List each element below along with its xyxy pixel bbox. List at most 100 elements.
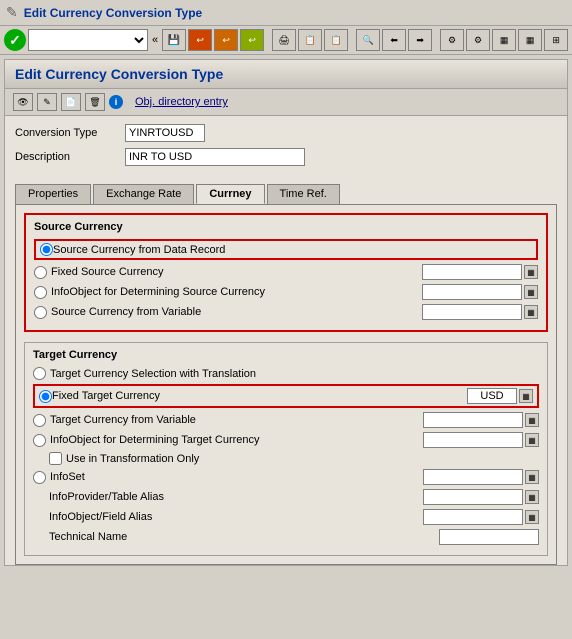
obj-directory-entry-link[interactable]: Obj. directory entry [131, 96, 232, 108]
info-icon: i [109, 95, 123, 109]
description-label: Description [15, 151, 125, 163]
title-bar: ✎ Edit Currency Conversion Type [0, 0, 572, 26]
print-button3[interactable]: 📋 [324, 29, 348, 51]
technical-name-label: Technical Name [33, 531, 435, 543]
source-currency-radio4[interactable] [34, 306, 47, 319]
find-button3[interactable]: ➡ [408, 29, 432, 51]
infoobject-field-label: InfoObject/Field Alias [33, 511, 419, 523]
main-content: Edit Currency Conversion Type 👁 ✎ 📄 🗑 i … [4, 59, 568, 566]
infoprovider-field[interactable] [423, 489, 523, 505]
source-currency-option2-row: Fixed Source Currency ▦ [34, 264, 538, 280]
target-currency-label3: Target Currency from Variable [50, 414, 419, 426]
settings-button5[interactable]: ⊞ [544, 29, 568, 51]
action-btn-3[interactable]: 📄 [61, 93, 81, 111]
tab-exchange-rate[interactable]: Exchange Rate [93, 184, 194, 204]
title-bar-text: Edit Currency Conversion Type [24, 6, 202, 20]
main-toolbar: ✓ « 💾 ↩ ↩ ↩ 🖨 📋 📋 🔍 ⬅ ➡ ⚙ ⚙ ▦ ▦ ⊞ [0, 26, 572, 55]
print-button1[interactable]: 🖨 [272, 29, 296, 51]
settings-button1[interactable]: ⚙ [440, 29, 464, 51]
source-currency-variable-btn[interactable]: ▦ [524, 305, 538, 319]
technical-name-field[interactable] [439, 529, 539, 545]
target-currency-radio4[interactable] [33, 434, 46, 447]
infoobject-source-currency-field[interactable] [422, 284, 522, 300]
infoobject-field-input[interactable] [423, 509, 523, 525]
action-btn-2[interactable]: ✎ [37, 93, 57, 111]
tabs-container: Properties Exchange Rate Currney Time Re… [15, 184, 557, 204]
conversion-type-label: Conversion Type [15, 127, 125, 139]
infoobject-field-btn[interactable]: ▦ [525, 510, 539, 524]
target-currency-label2: Fixed Target Currency [52, 390, 467, 402]
source-currency-radio1[interactable] [40, 243, 53, 256]
use-in-transformation-label: Use in Transformation Only [66, 453, 199, 465]
save-button[interactable]: 💾 [162, 29, 186, 51]
infoprovider-btn[interactable]: ▦ [525, 490, 539, 504]
target-currency-variable-field[interactable] [423, 412, 523, 428]
nav-separator: « [150, 34, 160, 46]
fixed-source-currency-field[interactable] [422, 264, 522, 280]
source-currency-title: Source Currency [34, 221, 538, 233]
technical-name-row: Technical Name [33, 529, 539, 545]
infoprovider-row: InfoProvider/Table Alias ▦ [33, 489, 539, 505]
infoobject-target-currency-field[interactable] [423, 432, 523, 448]
tab-time-ref[interactable]: Time Ref. [267, 184, 340, 204]
settings-button3[interactable]: ▦ [492, 29, 516, 51]
description-input[interactable] [125, 148, 305, 166]
infoset-row: InfoSet ▦ [33, 469, 539, 485]
use-in-transformation-checkbox[interactable] [49, 452, 62, 465]
tab-properties[interactable]: Properties [15, 184, 91, 204]
infoobject-field-row: InfoObject/Field Alias ▦ [33, 509, 539, 525]
undo-button3[interactable]: ↩ [240, 29, 264, 51]
source-currency-option1-row: Source Currency from Data Record [34, 239, 538, 260]
page-title: Edit Currency Conversion Type [5, 60, 567, 89]
undo-button1[interactable]: ↩ [188, 29, 212, 51]
edit-icon: ✎ [6, 4, 18, 21]
target-currency-option4-row: InfoObject for Determining Target Curren… [33, 432, 539, 448]
source-currency-label2: Fixed Source Currency [51, 266, 418, 278]
fixed-target-currency-btn[interactable]: ▦ [519, 389, 533, 403]
fixed-source-currency-btn[interactable]: ▦ [524, 265, 538, 279]
source-currency-option3-row: InfoObject for Determining Source Curren… [34, 284, 538, 300]
target-currency-option1-row: Target Currency Selection with Translati… [33, 367, 539, 380]
undo-button2[interactable]: ↩ [214, 29, 238, 51]
action-btn-4[interactable]: 🗑 [85, 93, 105, 111]
source-currency-label1: Source Currency from Data Record [53, 244, 532, 256]
target-currency-radio1[interactable] [33, 367, 46, 380]
settings-button2[interactable]: ⚙ [466, 29, 490, 51]
source-currency-radio3[interactable] [34, 286, 47, 299]
target-currency-label4: InfoObject for Determining Target Curren… [50, 434, 419, 446]
target-currency-option3-row: Target Currency from Variable ▦ [33, 412, 539, 428]
infoobject-target-currency-btn[interactable]: ▦ [525, 433, 539, 447]
print-button2[interactable]: 📋 [298, 29, 322, 51]
find-button2[interactable]: ⬅ [382, 29, 406, 51]
infoset-radio[interactable] [33, 471, 46, 484]
infoset-btn[interactable]: ▦ [525, 470, 539, 484]
source-currency-option4-row: Source Currency from Variable ▦ [34, 304, 538, 320]
target-currency-section: Target Currency Target Currency Selectio… [24, 342, 548, 556]
settings-button4[interactable]: ▦ [518, 29, 542, 51]
infoobject-source-currency-btn[interactable]: ▦ [524, 285, 538, 299]
source-currency-section: Source Currency Source Currency from Dat… [24, 213, 548, 332]
fixed-target-currency-input[interactable] [467, 388, 517, 404]
description-row: Description [15, 148, 557, 166]
target-currency-variable-btn[interactable]: ▦ [525, 413, 539, 427]
source-currency-radio2[interactable] [34, 266, 47, 279]
action-btn-1[interactable]: 👁 [13, 93, 33, 111]
infoprovider-label: InfoProvider/Table Alias [33, 491, 419, 503]
tab-content-currency: Source Currency Source Currency from Dat… [15, 204, 557, 565]
source-currency-label3: InfoObject for Determining Source Curren… [51, 286, 418, 298]
action-toolbar: 👁 ✎ 📄 🗑 i Obj. directory entry [5, 89, 567, 116]
source-currency-variable-field[interactable] [422, 304, 522, 320]
form-area: Conversion Type Description [5, 116, 567, 180]
confirm-button[interactable]: ✓ [4, 29, 26, 51]
target-currency-radio2[interactable] [39, 390, 52, 403]
tab-currency[interactable]: Currney [196, 184, 264, 204]
target-currency-option2-row: Fixed Target Currency ▦ [33, 384, 539, 408]
target-currency-radio3[interactable] [33, 414, 46, 427]
toolbar-dropdown[interactable] [28, 29, 148, 51]
conversion-type-input[interactable] [125, 124, 205, 142]
use-in-transformation-row: Use in Transformation Only [33, 452, 539, 465]
target-currency-title: Target Currency [33, 349, 539, 361]
find-button1[interactable]: 🔍 [356, 29, 380, 51]
infoset-label: InfoSet [50, 471, 419, 483]
infoset-field[interactable] [423, 469, 523, 485]
